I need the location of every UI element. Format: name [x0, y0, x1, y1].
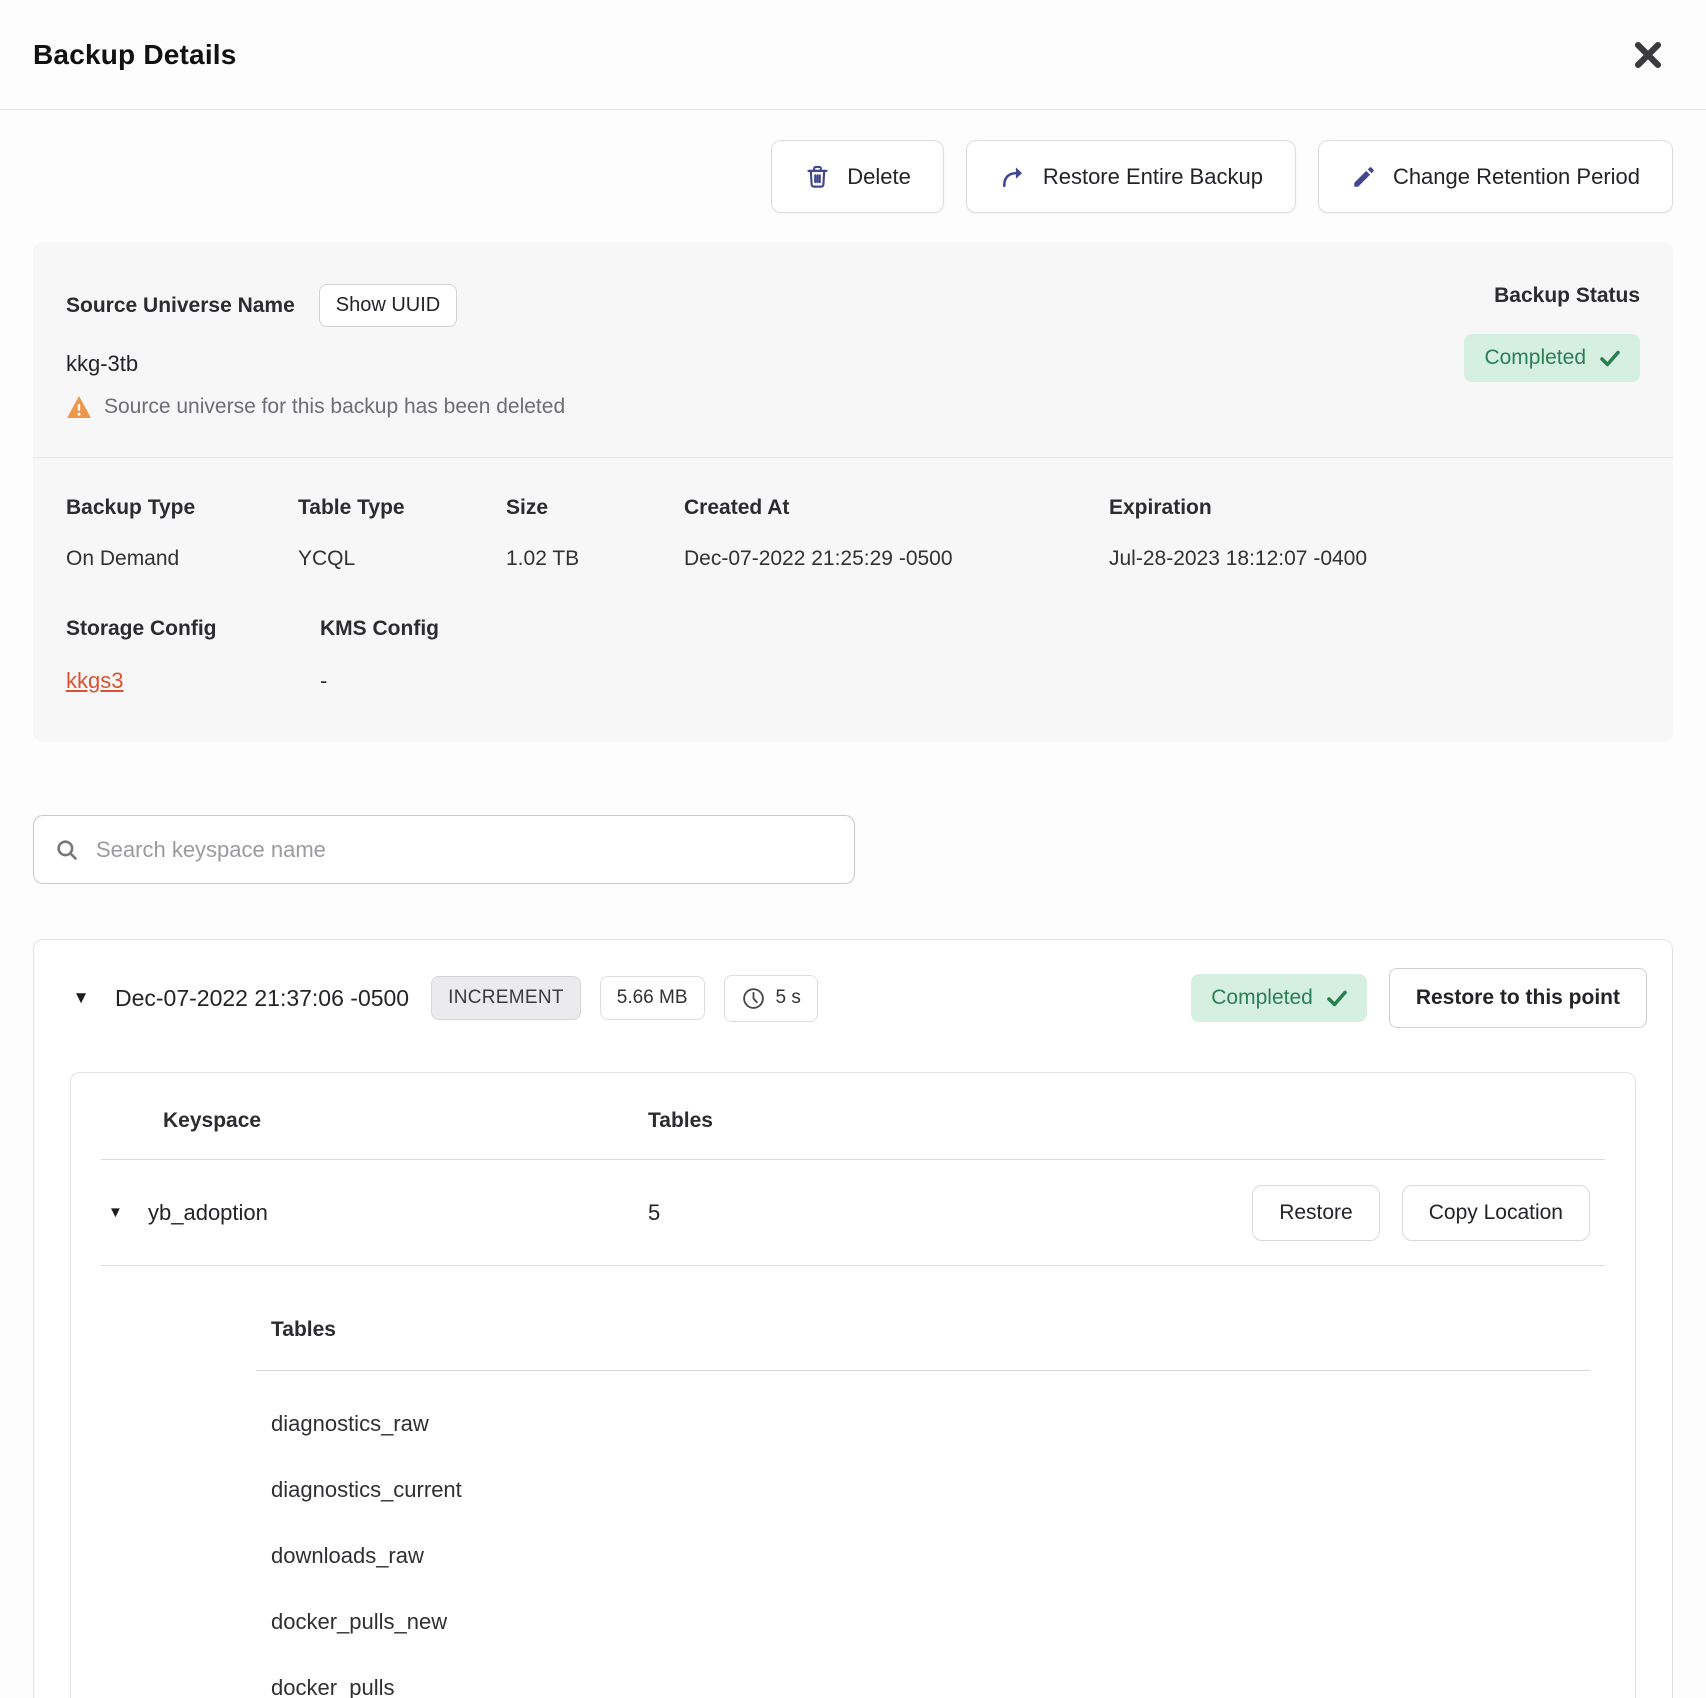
show-uuid-button[interactable]: Show UUID [319, 284, 457, 327]
expiration-label: Expiration [1109, 496, 1640, 520]
backup-type-label: Backup Type [66, 496, 298, 520]
trash-icon [804, 163, 831, 190]
kms-config-label: KMS Config [320, 617, 1640, 641]
keyspace-table-count: 5 [648, 1200, 1230, 1226]
restore-entire-backup-label: Restore Entire Backup [1043, 164, 1263, 190]
increment-status-text: Completed [1211, 986, 1313, 1010]
delete-button-label: Delete [847, 164, 911, 190]
tables-subheader: Tables [271, 1318, 1590, 1342]
config-row: Storage Config kkgs3 KMS Config - [33, 571, 1673, 742]
backup-summary-panel: Source Universe Name Show UUID kkg-3tb S… [33, 242, 1673, 742]
pencil-icon [1351, 164, 1377, 190]
tables-column-header: Tables [648, 1109, 713, 1133]
increment-size-badge: 5.66 MB [600, 976, 705, 1020]
storage-config-label: Storage Config [66, 617, 320, 641]
table-name-item: diagnostics_raw [271, 1371, 1590, 1437]
search-input[interactable] [96, 837, 834, 863]
size-value: 1.02 TB [506, 547, 684, 571]
kms-config-value: - [320, 668, 1640, 694]
size-label: Size [506, 496, 684, 520]
check-icon [1327, 990, 1347, 1007]
backup-status-block: Backup Status Completed [1464, 284, 1640, 419]
delete-button[interactable]: Delete [771, 140, 944, 213]
created-at-label: Created At [684, 496, 1109, 520]
universe-name: kkg-3tb [66, 351, 565, 377]
table-name-item: diagnostics_current [271, 1437, 1590, 1503]
created-at-value: Dec-07-2022 21:25:29 -0500 [684, 547, 1109, 571]
change-retention-period-label: Change Retention Period [1393, 164, 1640, 190]
increment-card: ▼ Dec-07-2022 21:37:06 -0500 INCREMENT 5… [33, 939, 1673, 1698]
restore-to-this-point-button[interactable]: Restore to this point [1389, 968, 1647, 1028]
status-badge: Completed [1464, 334, 1640, 382]
table-name-item: docker_pulls_new [271, 1569, 1590, 1635]
restore-button[interactable]: Restore [1252, 1185, 1380, 1241]
check-icon [1600, 350, 1620, 367]
increment-duration-badge: 5 s [724, 975, 818, 1022]
page-title: Backup Details [33, 39, 237, 71]
clock-icon [741, 986, 766, 1011]
increment-header: ▼ Dec-07-2022 21:37:06 -0500 INCREMENT 5… [34, 940, 1672, 1054]
keyspace-column-header: Keyspace [163, 1109, 648, 1133]
actions-row: Delete Restore Entire Backup Change Rete… [33, 140, 1673, 213]
modal-header: Backup Details [0, 0, 1706, 110]
increment-timestamp: Dec-07-2022 21:37:06 -0500 [115, 985, 409, 1012]
table-type-value: YCQL [298, 547, 506, 571]
universe-warning-text: Source universe for this backup has been… [104, 395, 565, 419]
close-icon [1631, 38, 1665, 72]
table-divider [101, 1265, 1605, 1266]
tables-section: Tables diagnostics_raw diagnostics_curre… [256, 1318, 1590, 1698]
backup-status-label: Backup Status [1464, 284, 1640, 308]
warning-icon [66, 395, 92, 419]
source-universe-block: Source Universe Name Show UUID kkg-3tb S… [66, 284, 565, 419]
chevron-down-icon[interactable]: ▼ [108, 1204, 148, 1221]
table-name-item: downloads_raw [271, 1503, 1590, 1569]
restore-arrow-icon [999, 163, 1027, 191]
search-box [33, 815, 855, 884]
table-type-label: Table Type [298, 496, 506, 520]
close-button[interactable] [1626, 33, 1670, 77]
expiration-value: Jul-28-2023 18:12:07 -0400 [1109, 547, 1640, 571]
backup-meta-grid: Backup Type On Demand Table Type YCQL Si… [33, 458, 1673, 571]
storage-config-link[interactable]: kkgs3 [66, 668, 123, 694]
copy-location-button[interactable]: Copy Location [1402, 1185, 1590, 1241]
source-universe-label: Source Universe Name [66, 294, 295, 318]
table-name-item: docker_pulls [271, 1635, 1590, 1698]
status-badge-text: Completed [1484, 346, 1586, 370]
keyspace-name: yb_adoption [148, 1200, 648, 1226]
keyspace-row: ▼ yb_adoption 5 Restore Copy Location [71, 1160, 1635, 1265]
increment-duration-text: 5 s [776, 987, 801, 1009]
change-retention-period-button[interactable]: Change Retention Period [1318, 140, 1673, 213]
search-icon [54, 837, 80, 863]
increment-type-badge: INCREMENT [431, 976, 581, 1020]
backup-type-value: On Demand [66, 547, 298, 571]
increment-status-badge: Completed [1191, 974, 1367, 1022]
chevron-down-icon[interactable]: ▼ [59, 980, 103, 1016]
restore-entire-backup-button[interactable]: Restore Entire Backup [966, 140, 1296, 213]
keyspace-table-card: Keyspace Tables ▼ yb_adoption 5 Restore … [70, 1072, 1636, 1698]
